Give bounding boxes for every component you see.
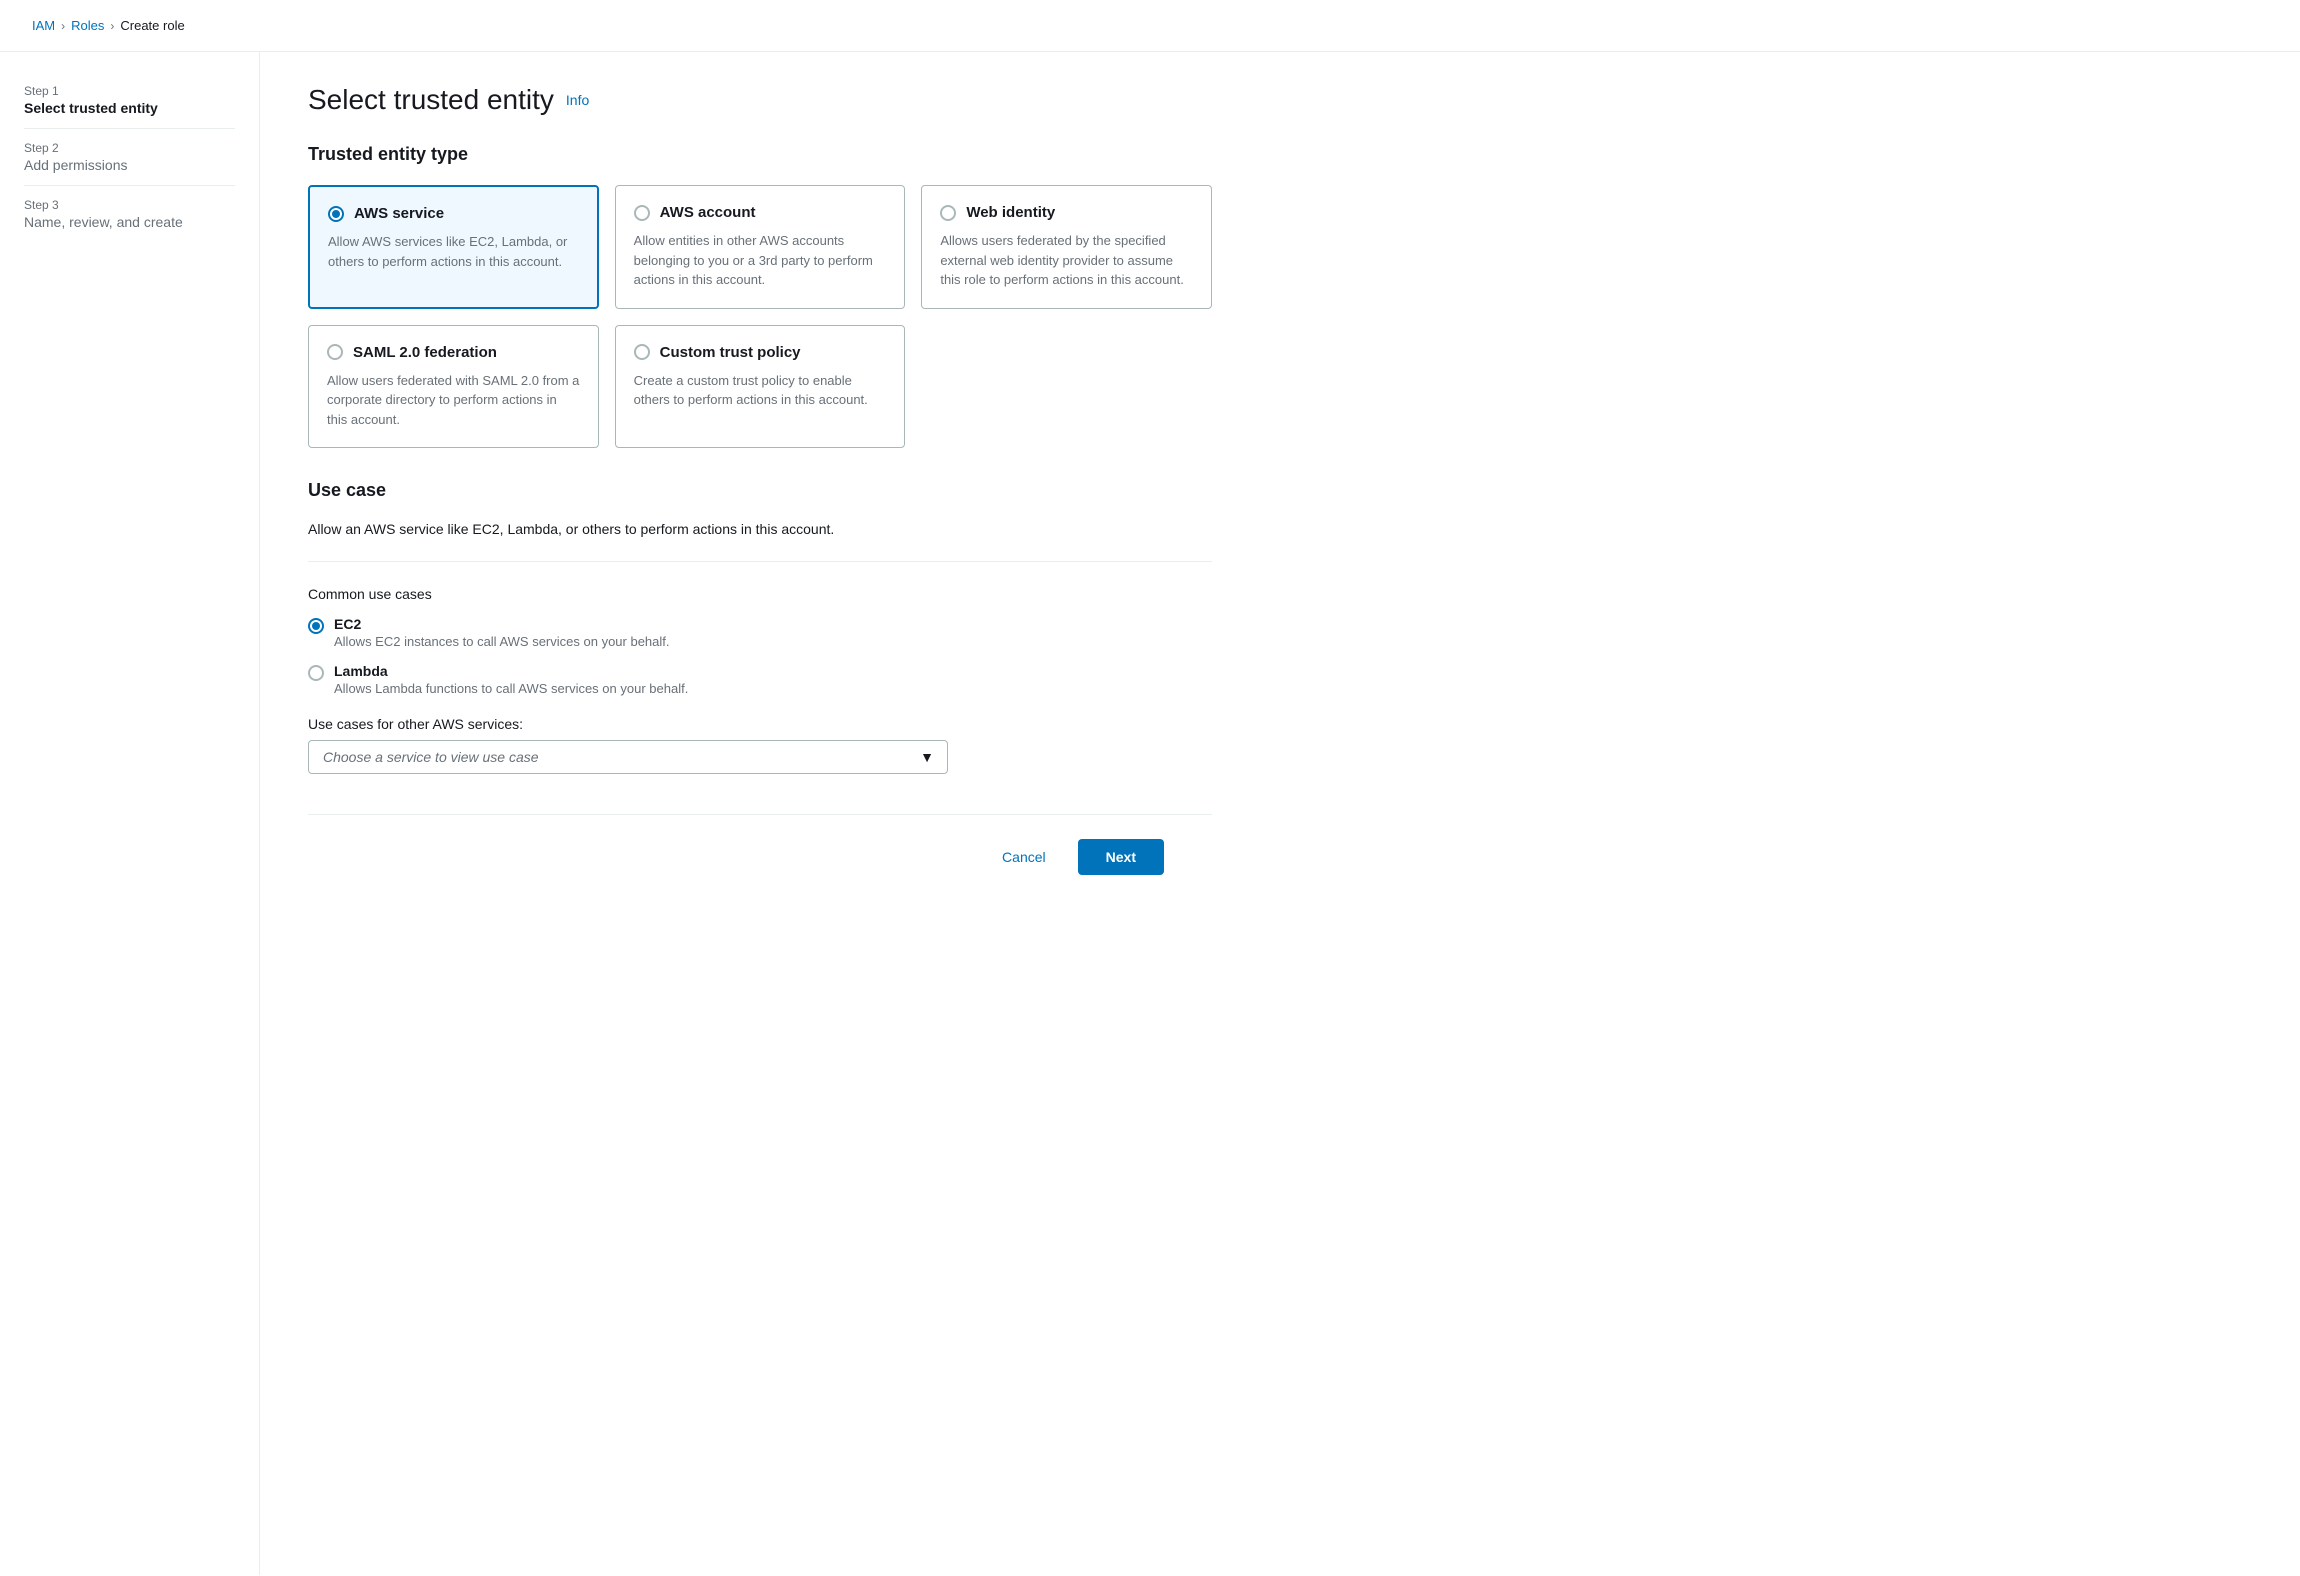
footer: Cancel Next	[308, 814, 1212, 899]
sidebar-step-2: Step 2 Add permissions	[24, 141, 235, 173]
breadcrumb: IAM › Roles › Create role	[0, 0, 2300, 52]
cancel-button[interactable]: Cancel	[986, 841, 1062, 873]
lambda-label: Lambda	[334, 663, 688, 679]
use-case-divider	[308, 561, 1212, 562]
radio-saml-federation[interactable]	[327, 344, 343, 360]
card-custom-trust-header: Custom trust policy	[634, 344, 887, 361]
lambda-desc: Allows Lambda functions to call AWS serv…	[334, 681, 688, 696]
breadcrumb-iam[interactable]: IAM	[32, 18, 55, 33]
card-aws-account-title: AWS account	[660, 204, 756, 221]
card-saml-federation[interactable]: SAML 2.0 federation Allow users federate…	[308, 325, 599, 449]
card-saml-header: SAML 2.0 federation	[327, 344, 580, 361]
card-web-identity-desc: Allows users federated by the specified …	[940, 231, 1193, 290]
card-saml-desc: Allow users federated with SAML 2.0 from…	[327, 371, 580, 430]
card-saml-title: SAML 2.0 federation	[353, 344, 497, 361]
sidebar-step-3: Step 3 Name, review, and create	[24, 198, 235, 230]
breadcrumb-roles[interactable]: Roles	[71, 18, 104, 33]
breadcrumb-sep-1: ›	[61, 19, 65, 33]
breadcrumb-sep-2: ›	[110, 19, 114, 33]
card-web-identity[interactable]: Web identity Allows users federated by t…	[921, 185, 1212, 309]
card-aws-service-desc: Allow AWS services like EC2, Lambda, or …	[328, 232, 579, 271]
step-3-label: Step 3	[24, 198, 235, 212]
entity-cards-row2: SAML 2.0 federation Allow users federate…	[308, 325, 1212, 449]
use-case-option-ec2[interactable]: EC2 Allows EC2 instances to call AWS ser…	[308, 616, 1212, 649]
page-title-row: Select trusted entity Info	[308, 84, 1212, 116]
step-divider-2	[24, 185, 235, 186]
radio-aws-service[interactable]	[328, 206, 344, 222]
card-aws-account-desc: Allow entities in other AWS accounts bel…	[634, 231, 887, 290]
radio-lambda[interactable]	[308, 665, 324, 681]
info-link[interactable]: Info	[566, 92, 589, 108]
empty-card-cell	[921, 325, 1212, 449]
step-2-label: Step 2	[24, 141, 235, 155]
use-case-option-lambda[interactable]: Lambda Allows Lambda functions to call A…	[308, 663, 1212, 696]
ec2-desc: Allows EC2 instances to call AWS service…	[334, 634, 670, 649]
radio-custom-trust[interactable]	[634, 344, 650, 360]
radio-ec2[interactable]	[308, 618, 324, 634]
card-custom-trust[interactable]: Custom trust policy Create a custom trus…	[615, 325, 906, 449]
radio-web-identity[interactable]	[940, 205, 956, 221]
sidebar: Step 1 Select trusted entity Step 2 Add …	[0, 52, 260, 1575]
step-2-title: Add permissions	[24, 157, 235, 173]
ec2-label: EC2	[334, 616, 670, 632]
use-case-desc: Allow an AWS service like EC2, Lambda, o…	[308, 521, 1212, 537]
lambda-option-text: Lambda Allows Lambda functions to call A…	[334, 663, 688, 696]
step-1-title: Select trusted entity	[24, 100, 235, 116]
other-services-select[interactable]: Choose a service to view use case	[308, 740, 948, 774]
card-custom-trust-desc: Create a custom trust policy to enable o…	[634, 371, 887, 410]
breadcrumb-current: Create role	[120, 18, 184, 33]
card-web-identity-header: Web identity	[940, 204, 1193, 221]
card-aws-account[interactable]: AWS account Allow entities in other AWS …	[615, 185, 906, 309]
step-3-title: Name, review, and create	[24, 214, 235, 230]
other-services-label: Use cases for other AWS services:	[308, 716, 1212, 732]
other-services-select-wrapper: Choose a service to view use case ▼	[308, 740, 948, 774]
card-custom-trust-title: Custom trust policy	[660, 344, 801, 361]
use-case-heading: Use case	[308, 480, 1212, 501]
card-aws-service-title: AWS service	[354, 205, 444, 222]
entity-cards-row1: AWS service Allow AWS services like EC2,…	[308, 185, 1212, 309]
main-content: Select trusted entity Info Trusted entit…	[260, 52, 1260, 1575]
page-title: Select trusted entity	[308, 84, 554, 116]
radio-aws-account[interactable]	[634, 205, 650, 221]
card-aws-account-header: AWS account	[634, 204, 887, 221]
card-aws-service[interactable]: AWS service Allow AWS services like EC2,…	[308, 185, 599, 309]
card-web-identity-title: Web identity	[966, 204, 1055, 221]
trusted-entity-type-heading: Trusted entity type	[308, 144, 1212, 165]
card-aws-service-header: AWS service	[328, 205, 579, 222]
common-use-cases-label: Common use cases	[308, 586, 1212, 602]
step-1-label: Step 1	[24, 84, 235, 98]
next-button[interactable]: Next	[1078, 839, 1164, 875]
ec2-option-text: EC2 Allows EC2 instances to call AWS ser…	[334, 616, 670, 649]
sidebar-step-1: Step 1 Select trusted entity	[24, 84, 235, 116]
step-divider-1	[24, 128, 235, 129]
